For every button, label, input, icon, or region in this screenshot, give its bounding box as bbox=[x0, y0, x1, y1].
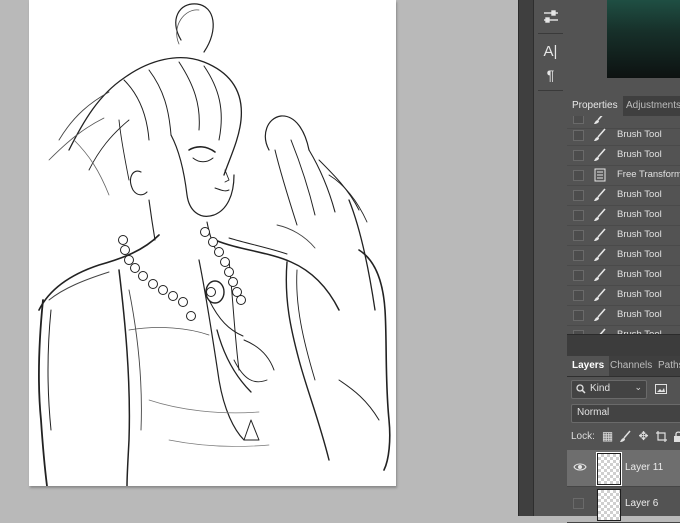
brush-icon bbox=[594, 188, 606, 201]
brush-icon bbox=[594, 308, 606, 321]
lock-row: Lock: ▦ ✥ bbox=[571, 428, 680, 446]
history-checkbox[interactable] bbox=[573, 250, 584, 261]
lock-artboard-icon[interactable] bbox=[655, 430, 668, 443]
transform-document-icon bbox=[594, 168, 606, 182]
history-item-label: Brush Tool bbox=[617, 149, 662, 160]
history-item-label: Brush Tool bbox=[617, 229, 662, 240]
paragraph-glyph: ¶ bbox=[546, 67, 555, 83]
history-checkbox[interactable] bbox=[573, 130, 584, 141]
history-item-label: Brush Tool bbox=[617, 209, 662, 220]
sketch-artwork bbox=[37, 3, 391, 486]
layer-name[interactable]: Layer 11 bbox=[625, 450, 663, 486]
history-item[interactable]: Free Transform bbox=[567, 165, 680, 186]
history-list: Brush Tool Brush Tool Free Transform Bru… bbox=[567, 116, 680, 334]
tab-paths[interactable]: Paths bbox=[653, 356, 680, 376]
layers-panel: Layers Channels Paths Kind ⌄ Normal Lock… bbox=[567, 356, 680, 523]
brush-icon bbox=[594, 116, 603, 124]
lock-image-pixels-icon[interactable] bbox=[619, 430, 632, 443]
history-item[interactable]: Brush Tool bbox=[567, 265, 680, 286]
brush-icon bbox=[594, 228, 606, 241]
lock-position-icon[interactable]: ✥ bbox=[637, 430, 650, 443]
history-item[interactable]: Brush Tool bbox=[567, 205, 680, 226]
brush-icon bbox=[594, 148, 606, 161]
history-item-label: Free Transform bbox=[617, 169, 680, 180]
visibility-toggle[interactable] bbox=[573, 498, 584, 509]
brush-icon bbox=[594, 268, 606, 281]
collapsed-panel-strip: A| ¶ bbox=[533, 0, 568, 516]
toolstrip-divider bbox=[538, 90, 563, 91]
layer-name[interactable]: Layer 6 bbox=[625, 486, 658, 522]
history-item-label: Brush Tool bbox=[617, 269, 662, 280]
history-checkbox[interactable] bbox=[573, 170, 584, 181]
history-checkbox[interactable] bbox=[573, 116, 584, 124]
blend-mode-select[interactable]: Normal bbox=[571, 404, 680, 423]
lock-all-icon[interactable] bbox=[672, 430, 680, 443]
history-checkbox[interactable] bbox=[573, 230, 584, 241]
search-icon bbox=[576, 384, 586, 394]
panel-divider[interactable] bbox=[567, 334, 680, 357]
brush-icon bbox=[594, 288, 606, 301]
chevron-down-icon: ⌄ bbox=[634, 382, 642, 392]
right-panels: Properties Adjustments Brush Tool Brush … bbox=[567, 0, 680, 523]
character-text-icon[interactable]: A| bbox=[538, 40, 563, 62]
panel-gutter[interactable] bbox=[518, 0, 534, 516]
history-checkbox[interactable] bbox=[573, 190, 584, 201]
color-picker-field[interactable] bbox=[607, 0, 680, 78]
history-item-label: Brush Tool bbox=[617, 325, 662, 334]
history-item[interactable]: Brush Tool bbox=[567, 245, 680, 266]
history-item[interactable]: Brush Tool bbox=[567, 185, 680, 206]
tab-adjustments[interactable]: Adjustments bbox=[621, 96, 680, 116]
properties-tabbar: Properties Adjustments bbox=[567, 96, 680, 117]
lock-label: Lock: bbox=[571, 431, 595, 442]
layer-filter-select[interactable]: Kind ⌄ bbox=[571, 380, 647, 399]
toolstrip-divider bbox=[538, 33, 563, 34]
lock-transparent-pixels-icon[interactable]: ▦ bbox=[601, 430, 614, 443]
eye-icon[interactable] bbox=[573, 460, 587, 474]
history-item[interactable]: Brush Tool bbox=[567, 145, 680, 166]
history-item-label: Brush Tool bbox=[617, 289, 662, 300]
brush-icon bbox=[594, 128, 606, 141]
layer-thumbnail bbox=[596, 452, 622, 486]
history-item-label: Brush Tool bbox=[617, 249, 662, 260]
paragraph-icon[interactable]: ¶ bbox=[538, 64, 563, 86]
tab-layers[interactable]: Layers bbox=[567, 356, 610, 376]
sliders-icon[interactable] bbox=[538, 6, 563, 28]
history-checkbox[interactable] bbox=[573, 150, 584, 161]
history-checkbox[interactable] bbox=[573, 210, 584, 221]
history-item-label: Brush Tool bbox=[617, 129, 662, 140]
history-item[interactable]: Brush Tool bbox=[567, 225, 680, 246]
history-checkbox[interactable] bbox=[573, 290, 584, 301]
history-item[interactable]: Brush Tool bbox=[567, 285, 680, 306]
history-item[interactable]: Brush Tool bbox=[567, 325, 680, 334]
tab-channels[interactable]: Channels bbox=[605, 356, 657, 376]
canvas-area[interactable] bbox=[0, 0, 518, 516]
history-item-label: Brush Tool bbox=[617, 309, 662, 320]
filter-kind-label: Kind bbox=[590, 383, 611, 394]
tab-properties[interactable]: Properties bbox=[567, 96, 623, 116]
brush-icon bbox=[594, 248, 606, 261]
history-checkbox[interactable] bbox=[573, 270, 584, 281]
layer-row[interactable]: Layer 11 bbox=[567, 450, 680, 487]
history-item[interactable]: Brush Tool bbox=[567, 125, 680, 146]
history-item-label: Brush Tool bbox=[617, 189, 662, 200]
character-glyph: A| bbox=[543, 42, 558, 60]
image-filter-icon[interactable] bbox=[655, 384, 667, 394]
document-canvas[interactable] bbox=[29, 0, 396, 486]
history-checkbox[interactable] bbox=[573, 310, 584, 321]
color-panel-frame bbox=[567, 0, 607, 96]
history-item[interactable]: Brush Tool bbox=[567, 305, 680, 326]
blend-mode-label: Normal bbox=[577, 407, 610, 418]
layers-tabbar: Layers Channels Paths bbox=[567, 356, 680, 377]
layer-row[interactable]: Layer 6 bbox=[567, 486, 680, 523]
brush-icon bbox=[594, 208, 606, 221]
layer-thumbnail bbox=[597, 489, 621, 521]
